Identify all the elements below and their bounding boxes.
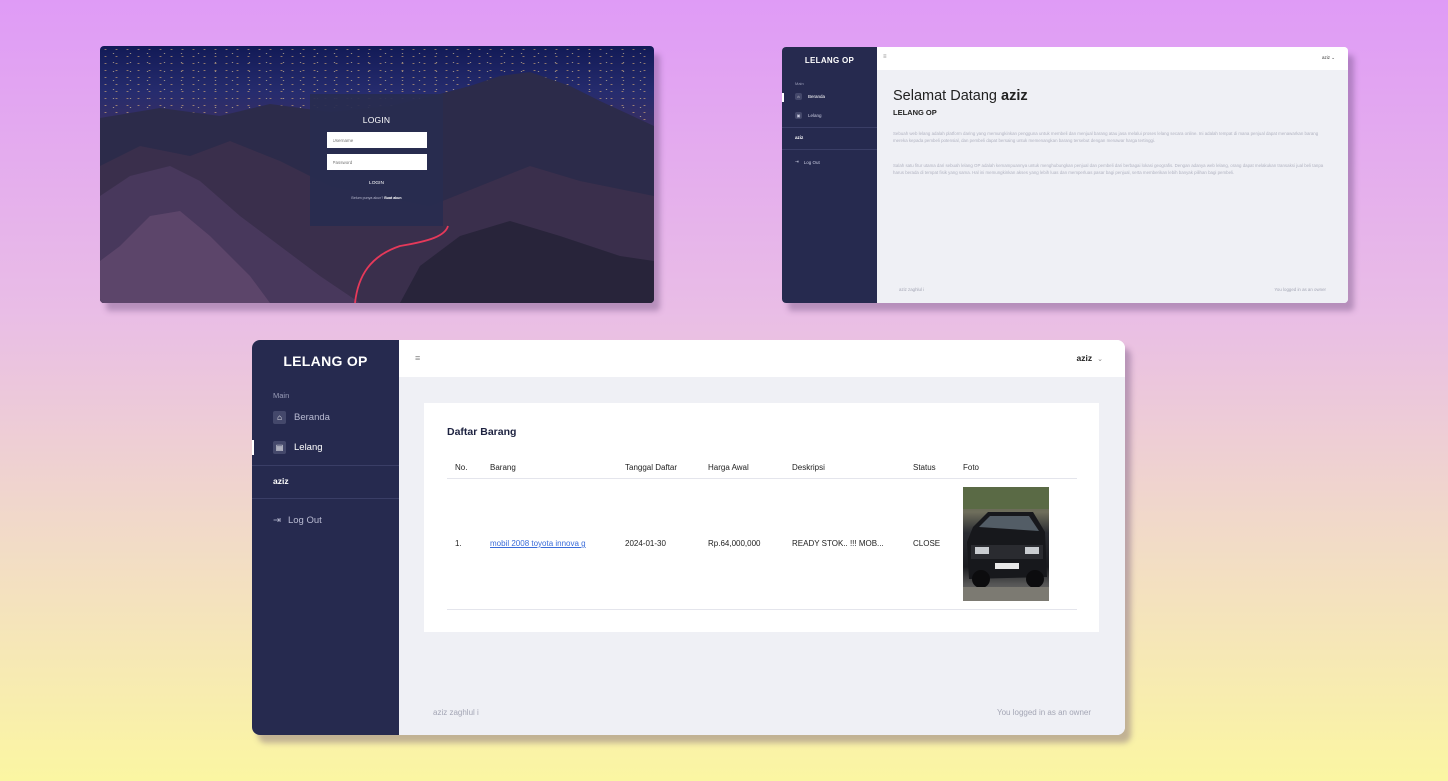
sidebar-username: aziz [273,476,289,486]
menu-icon[interactable]: ≡ [415,353,420,363]
active-indicator [252,440,254,455]
col-tanggal: Tanggal Daftar [617,458,700,479]
col-no: No. [447,458,482,479]
table-header-row: No. Barang Tanggal Daftar Harga Awal Des… [447,458,1077,479]
divider [782,149,877,150]
item-link[interactable]: mobil 2008 toyota innova g [490,539,586,548]
footer-role: You logged in as an owner [997,708,1091,717]
footer-role: You logged in as an owner [1274,287,1326,292]
active-indicator [782,93,784,102]
items-card: Daftar Barang No. Barang Tanggal Daftar … [424,403,1099,632]
brand-logo[interactable]: LELANG OP [782,56,877,65]
brand-logo[interactable]: LELANG OP [252,353,399,369]
sidebar-item-lelang[interactable]: ▣ Lelang [795,112,822,119]
menu-icon[interactable]: ≡ [883,54,887,60]
cell-harga: Rp.64,000,000 [700,478,784,610]
register-link[interactable]: Buat akun [384,196,401,200]
card-title: Daftar Barang [447,426,517,438]
greeting-text: Selamat Datang [893,88,997,104]
user-menu[interactable]: aziz ⌄ [1322,55,1335,61]
logout-icon: ⇥ [795,159,799,164]
login-card: LOGIN LOGIN Belum punya akun? Buat akun [310,94,443,226]
car-photo-drawing [963,486,1049,601]
footer-author: aziz zaghlul i [899,287,925,292]
chevron-down-icon: ⌄ [1331,55,1335,60]
login-button[interactable]: LOGIN [369,181,384,186]
cell-deskripsi: READY STOK.. !!! MOB... [784,478,905,610]
divider [252,465,399,466]
cell-status: CLOSE [905,478,955,610]
cell-tanggal: 2024-01-30 [617,478,700,610]
sidebar-item-label: Lelang [294,442,323,453]
auction-icon: ▣ [795,112,802,119]
col-status: Status [905,458,955,479]
sidebar-username: aziz [795,135,804,140]
chevron-down-icon: ⌄ [1097,356,1103,363]
register-prompt-text: Belum punya akun? [351,196,384,200]
paragraph-1: Sebuah web lelang adalah platform daring… [893,131,1319,143]
home-icon: ⌂ [273,411,286,424]
content: Daftar Barang No. Barang Tanggal Daftar … [399,377,1125,735]
greeting-name: aziz [1001,88,1028,104]
logout-button[interactable]: ⇥ Log Out [273,515,322,526]
auction-icon: ▤ [273,441,286,454]
sidebar: LELANG OP Main ⌂ Beranda ▤ Lelang aziz ⇥… [252,340,399,735]
page-title: Selamat Datang aziz [893,88,1028,104]
user-menu-name: aziz [1076,353,1093,363]
page-subtitle: LELANG OP [893,108,937,117]
table-row: 1. mobil 2008 toyota innova g 2024-01-30… [447,478,1077,610]
logout-button[interactable]: ⇥ Log Out [795,159,820,165]
col-deskripsi: Deskripsi [784,458,905,479]
logout-label: Log Out [287,515,322,526]
cell-barang: mobil 2008 toyota innova g [482,478,617,610]
password-input[interactable] [326,154,427,170]
sidebar-item-label: Beranda [294,412,330,423]
cell-no: 1. [447,478,482,610]
content: Selamat Datang aziz LELANG OP Sebuah web… [877,70,1348,303]
col-harga: Harga Awal [700,458,784,479]
login-window: LOGIN LOGIN Belum punya akun? Buat akun [100,46,654,303]
sidebar-item-lelang[interactable]: ▤ Lelang [273,441,323,454]
username-input[interactable] [326,132,427,148]
items-table: No. Barang Tanggal Daftar Harga Awal Des… [447,458,1077,610]
col-barang: Barang [482,458,617,479]
user-menu[interactable]: aziz ⌄ [1077,353,1103,363]
user-menu-name: aziz [1321,55,1330,60]
sidebar-section-label: Main [273,391,290,400]
logout-icon: ⇥ [273,515,281,526]
topbar: ≡ aziz ⌄ [399,340,1125,377]
paragraph-2: Salah satu fitur utama dari sebuah lelan… [893,163,1324,175]
welcome-window: LELANG OP Main ⌂ Beranda ▣ Lelang aziz ⇥… [782,47,1348,303]
sidebar-item-label: Lelang [808,113,822,118]
register-prompt: Belum punya akun? Buat akun [310,196,443,200]
divider [782,127,877,128]
main-window: LELANG OP Main ⌂ Beranda ▤ Lelang aziz ⇥… [252,340,1125,735]
sidebar-section-label: Main [795,81,804,86]
col-foto: Foto [955,458,1077,479]
logout-label: Log Out [803,159,820,165]
login-title: LOGIN [362,115,391,125]
sidebar-item-beranda[interactable]: ⌂ Beranda [795,93,825,100]
topbar: ≡ aziz ⌄ [877,47,1348,70]
sidebar: LELANG OP Main ⌂ Beranda ▣ Lelang aziz ⇥… [782,47,877,303]
cell-foto [955,478,1077,610]
sidebar-item-label: Beranda [808,94,826,99]
car-photo[interactable] [963,486,1049,601]
footer-author: aziz zaghlul i [433,708,479,717]
divider [252,498,399,499]
sidebar-item-beranda[interactable]: ⌂ Beranda [273,411,330,424]
home-icon: ⌂ [795,93,802,100]
